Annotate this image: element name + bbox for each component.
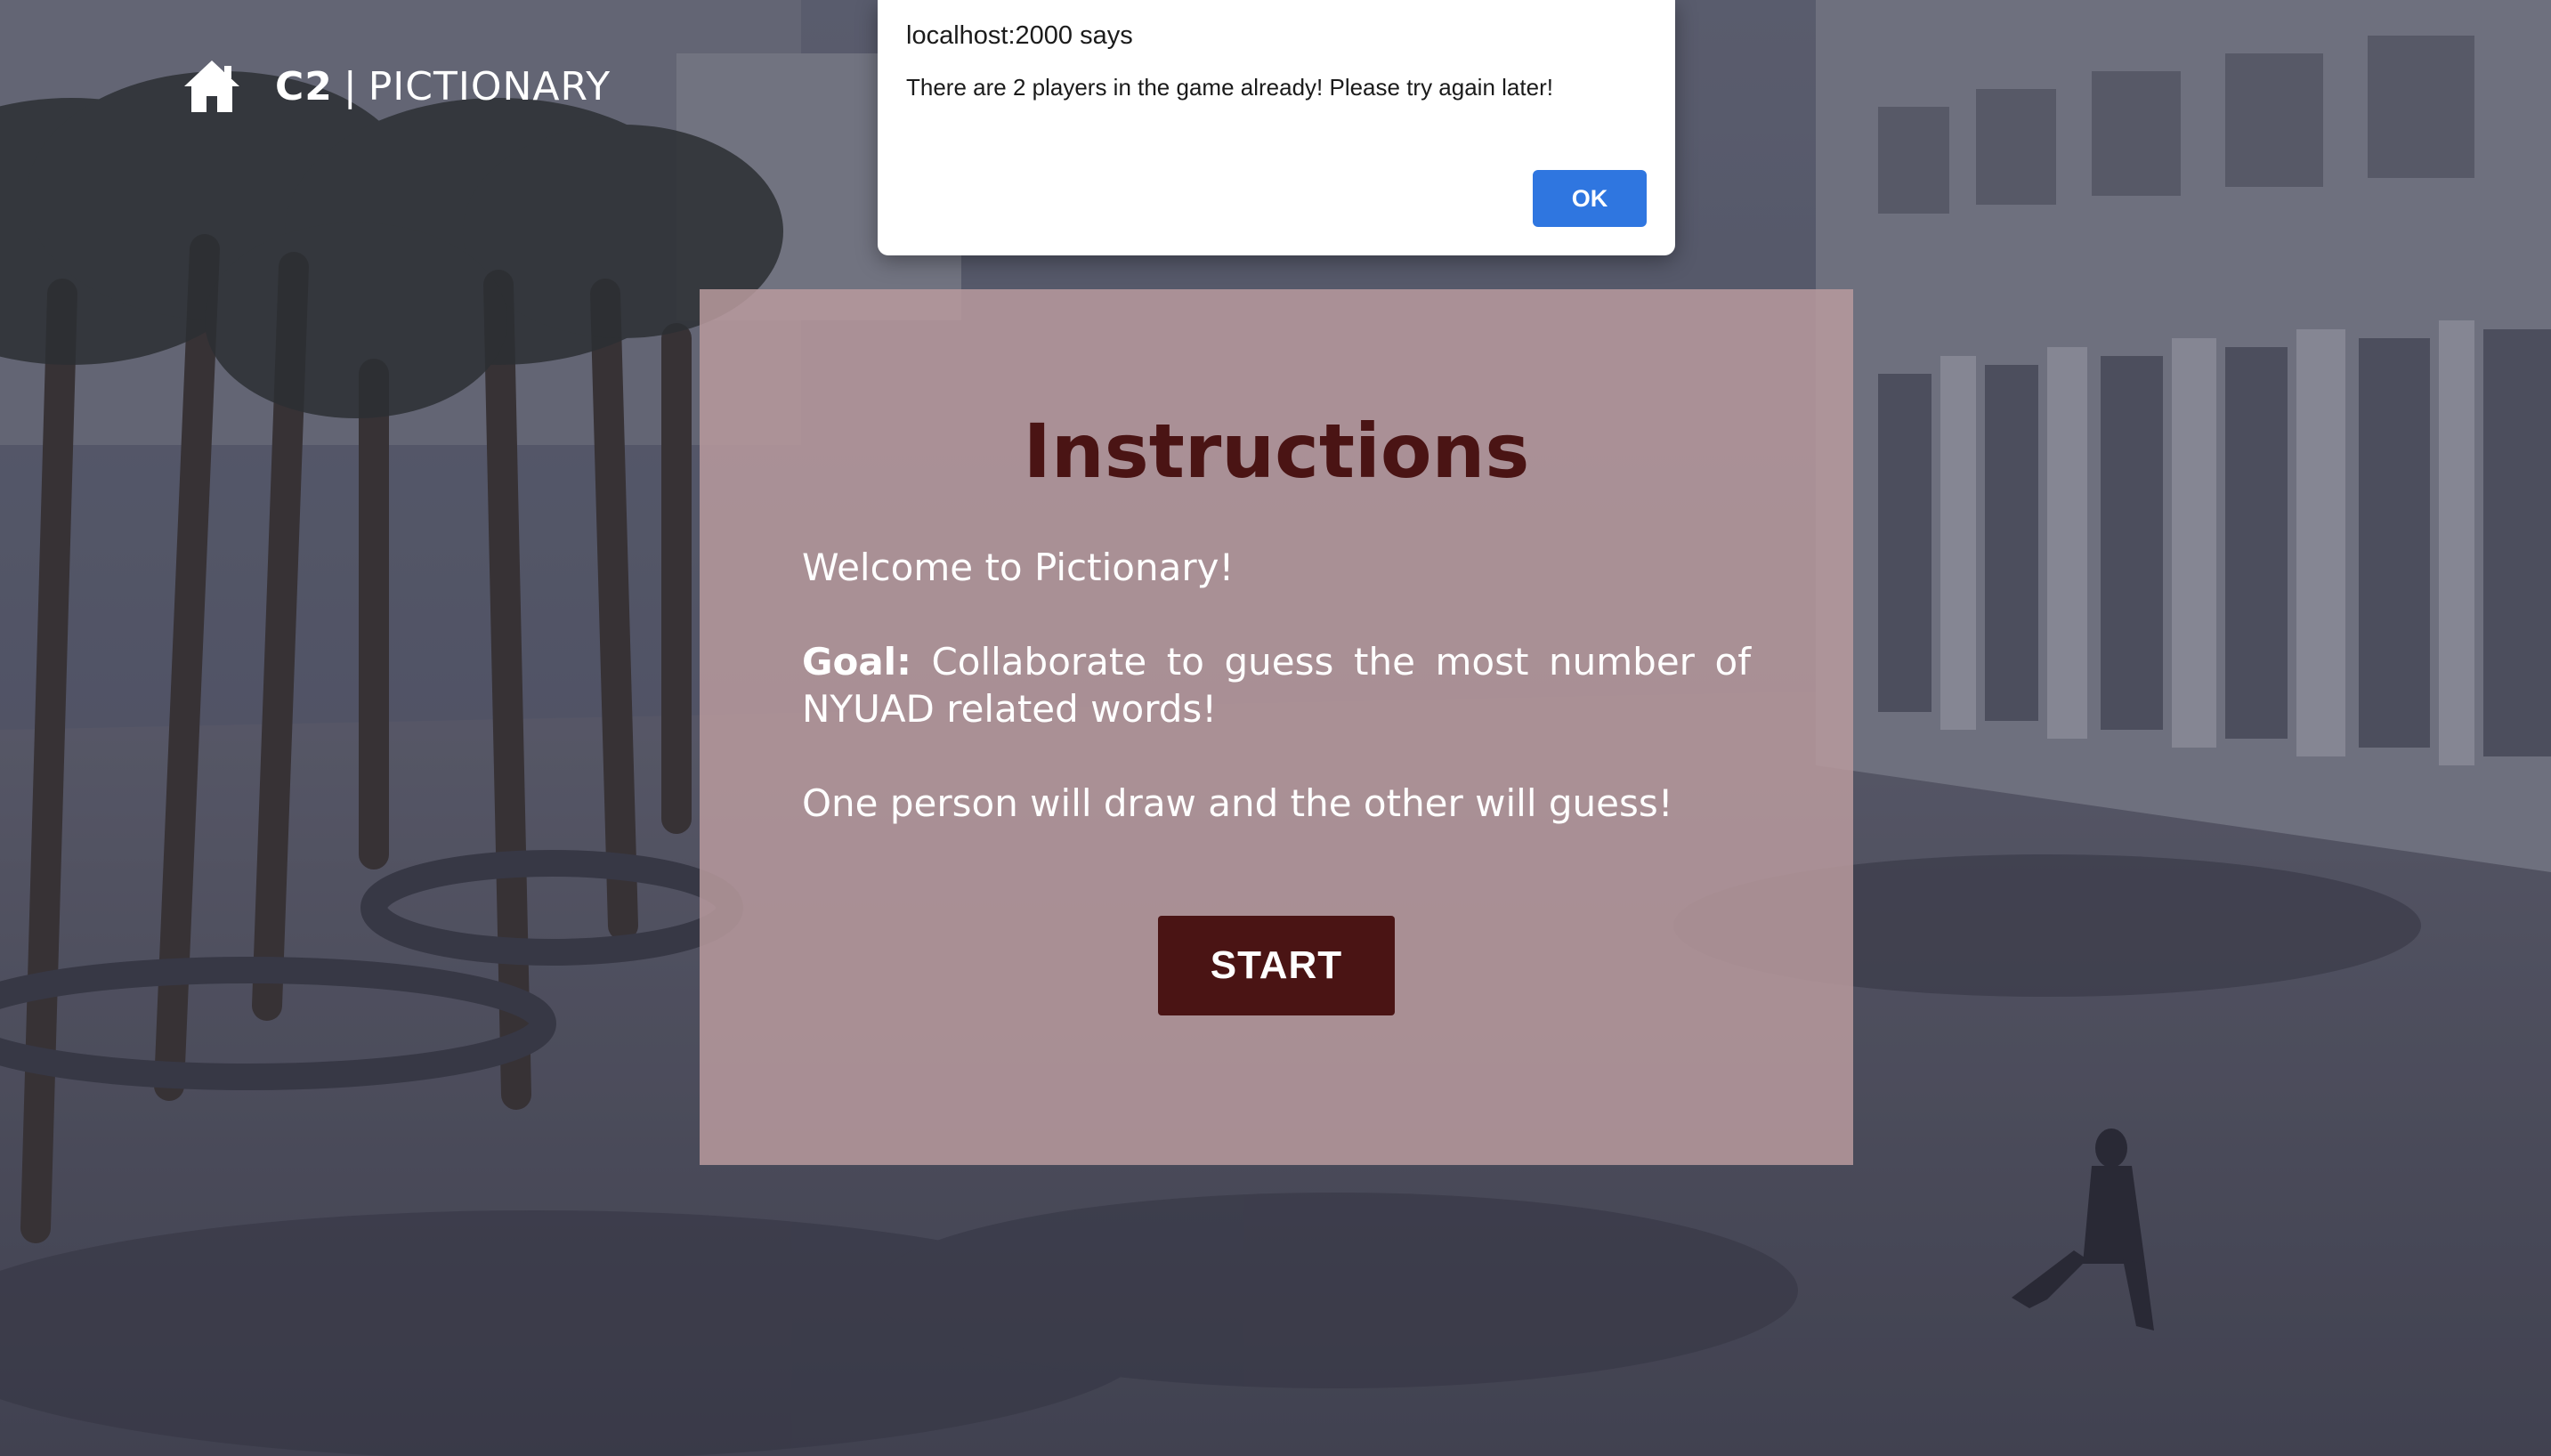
brand-name-text: PICTIONARY [368, 63, 611, 109]
start-button[interactable]: START [1158, 916, 1395, 1015]
site-brand: C2 | PICTIONARY [275, 64, 611, 109]
goal-text: Collaborate to guess the most number of … [802, 640, 1751, 731]
instructions-card: Instructions Welcome to Pictionary! Goal… [700, 289, 1853, 1165]
goal-label: Goal: [802, 640, 911, 684]
site-header: C2 | PICTIONARY [182, 59, 611, 114]
page: C2 | PICTIONARY Instructions Welcome to Pi… [0, 0, 2551, 1456]
home-icon[interactable] [182, 59, 241, 114]
dialog-message: There are 2 players in the game already!… [906, 74, 1553, 101]
ok-button[interactable]: OK [1533, 170, 1647, 227]
welcome-text: Welcome to Pictionary! [802, 546, 1235, 589]
goal-paragraph: Goal: Collaborate to guess the most numb… [802, 638, 1751, 732]
alert-dialog: localhost:2000 says There are 2 players … [878, 0, 1675, 255]
dialog-title: localhost:2000 says [906, 21, 1133, 50]
roles-text: One person will draw and the other will … [802, 781, 1673, 825]
instructions-title: Instructions [1023, 408, 1530, 495]
start-button-wrap: START [802, 916, 1751, 1015]
brand-strong-text: C2 [275, 63, 333, 109]
brand-separator: | [343, 63, 358, 109]
